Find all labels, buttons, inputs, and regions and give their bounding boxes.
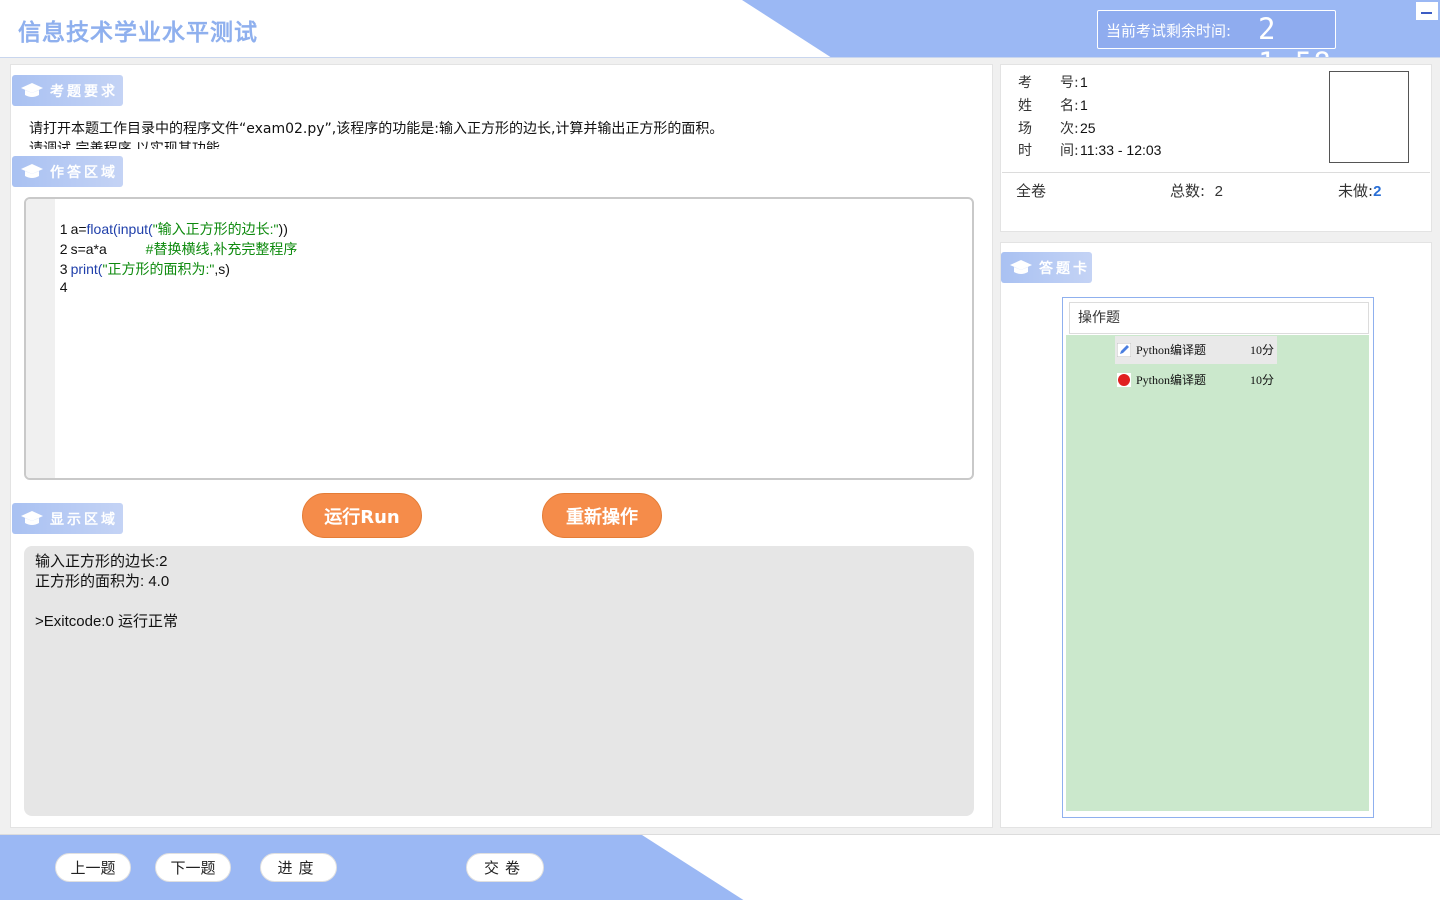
candidate-session-value: 25 [1080,120,1096,136]
code-token: ,s) [214,261,230,277]
candidate-session-row: 场 次:25 [1018,118,1096,138]
graduation-cap-icon [1010,259,1032,274]
prev-question-button[interactable]: 上一题 [55,853,131,882]
timer-box: 当前考试剩余时间: 2 1:58 [1097,10,1336,57]
code-token: print( [70,261,103,277]
summary-all-label: 全卷 [1016,182,1047,200]
candidate-time-value: 11:33 - 12:03 [1080,142,1162,158]
candidate-name-row: 姓 名:1 [1018,95,1088,115]
question-line-1: 请打开本题工作目录中的程序文件“exam02.py”,该程序的功能是:输入正方形… [29,121,724,137]
summary-total-label: 总数: [1170,182,1206,200]
code-token: "正方形的面积为:" [102,261,215,277]
code-line[interactable]: 1 a=float(input("输入正方形的边长:")) [26,203,288,237]
summary-undone: 未做:2 [1338,181,1381,201]
graduation-cap-icon [21,163,43,178]
candidate-time-row: 时 间:11:33 - 12:03 [1018,140,1161,160]
section-tab-label: 显示区域 [50,511,118,528]
candidate-name-label: 姓 名: [1018,98,1079,114]
candidate-id-value: 1 [1080,74,1088,90]
section-tab-answer: 作答区域 [12,156,123,187]
summary-total-value: 2 [1214,183,1223,200]
candidate-time-label: 时 间: [1018,143,1079,159]
question-text: 请打开本题工作目录中的程序文件“exam02.py”,该程序的功能是:输入正方形… [29,119,979,149]
code-line[interactable]: 3 print("正方形的面积为:",s) [26,243,230,277]
code-editor[interactable]: 1 a=float(input("输入正方形的边长:")) 2 s=a*a #替换横… [24,197,974,480]
app-title: 信息技术学业水平测试 [18,20,258,46]
graduation-cap-icon [21,510,43,525]
section-tab-display: 显示区域 [12,503,123,534]
timer-value: 2 1:58 [1258,12,1331,57]
reset-button[interactable]: 重新操作 [542,493,662,538]
summary-undone-value: 2 [1373,183,1382,200]
card-question-score: 10分 [1250,373,1275,387]
section-tab-label: 作答区域 [50,164,118,181]
output-line: 输入正方形的边长:2 [35,553,168,570]
code-line[interactable]: 4 [26,263,71,295]
header-bar: 信息技术学业水平测试 当前考试剩余时间: 2 1:58 [0,0,1440,58]
card-question-name: Python编译题 [1136,373,1207,387]
submit-exam-button[interactable]: 交卷 [466,853,544,882]
section-tab-requirements: 考题要求 [12,75,123,106]
candidate-id-row: 考 号:1 [1018,72,1088,92]
timer-label: 当前考试剩余时间: [1106,22,1232,40]
candidate-name-value: 1 [1080,97,1088,113]
card-question-score: 10分 [1250,343,1275,357]
line-number: 4 [59,279,68,295]
output-console: 输入正方形的边长:2 正方形的面积为: 4.0 >Exitcode:0 运行正常 [24,546,974,816]
card-category-header: 操作题 [1069,302,1369,334]
run-button[interactable]: 运行Run [302,493,422,538]
minimize-icon [1421,12,1432,14]
output-line: >Exitcode:0 运行正常 [35,613,178,630]
section-tab-label: 答题卡 [1039,260,1090,277]
info-divider [1002,172,1430,173]
card-question-list [1066,335,1369,811]
graduation-cap-icon [21,82,43,97]
code-line[interactable]: 2 s=a*a #替换横线,补充完整程序 [26,223,298,257]
candidate-id-label: 考 号: [1018,75,1079,91]
candidate-session-label: 场 次: [1018,121,1079,137]
card-question-item[interactable]: Python编译题 10分 [1115,366,1277,394]
next-question-button[interactable]: 下一题 [155,853,231,882]
card-question-name: Python编译题 [1136,343,1207,357]
minimize-button[interactable] [1416,2,1438,20]
question-line-2: 请调试,完善程序,以实现其功能 [29,141,220,149]
section-tab-answer-card: 答题卡 [1001,252,1092,283]
section-tab-label: 考题要求 [50,83,118,100]
summary-undone-label: 未做: [1338,182,1374,200]
progress-button[interactable]: 进度 [260,853,337,882]
summary-total: 总数: 2 [1170,181,1223,201]
card-question-item[interactable]: Python编译题 10分 [1115,336,1277,364]
candidate-photo [1329,71,1409,163]
undone-dot-icon [1117,373,1131,387]
pencil-icon [1117,343,1131,357]
output-line: 正方形的面积为: 4.0 [35,573,170,590]
